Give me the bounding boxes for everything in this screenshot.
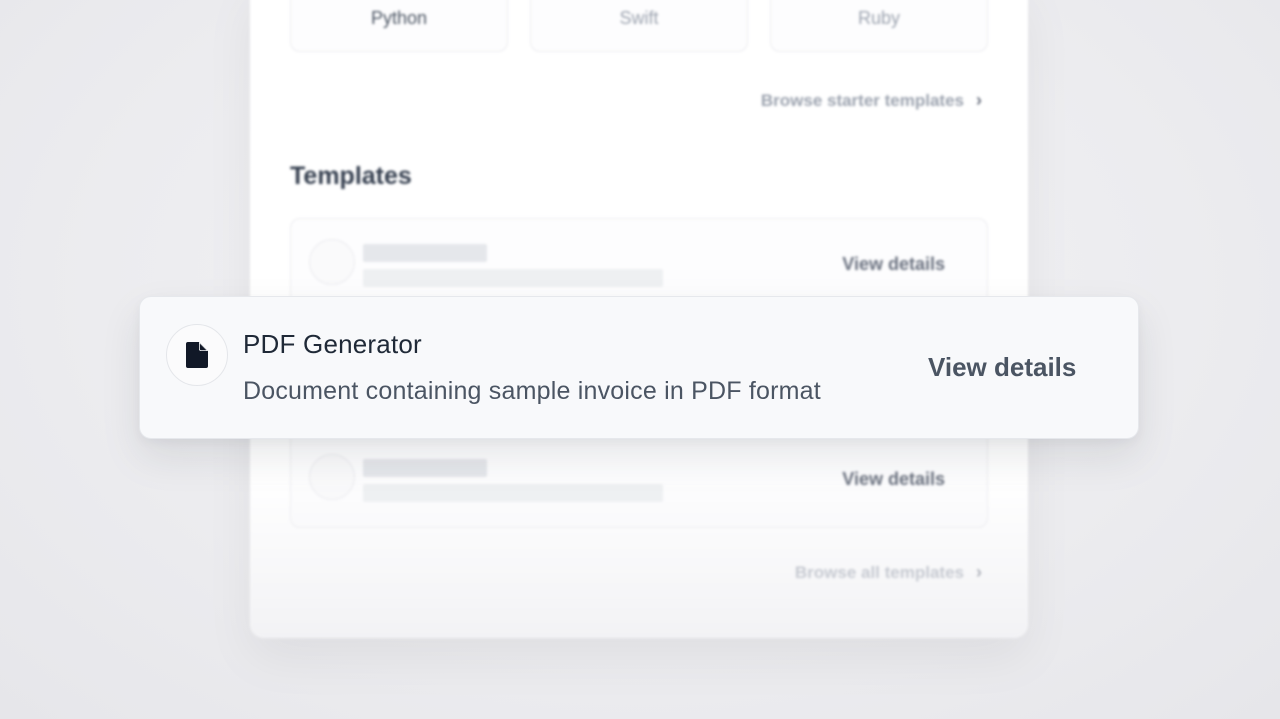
document-icon bbox=[186, 342, 208, 368]
template-desc-placeholder bbox=[363, 484, 663, 502]
template-row-placeholder[interactable]: View details bbox=[291, 219, 987, 307]
language-card-python[interactable]: Python bbox=[290, 0, 508, 52]
templates-heading: Templates bbox=[290, 162, 412, 190]
language-label: Ruby bbox=[857, 8, 901, 28]
language-label: Swift bbox=[619, 8, 659, 28]
language-label: Python bbox=[370, 8, 428, 28]
template-title: PDF Generator bbox=[243, 329, 422, 359]
language-card-swift[interactable]: Swift bbox=[530, 0, 748, 52]
view-details-link[interactable]: View details bbox=[842, 469, 945, 490]
browse-starter-label: Browse starter templates bbox=[760, 90, 964, 110]
browse-all-label: Browse all templates bbox=[794, 562, 964, 582]
template-desc-placeholder bbox=[363, 269, 663, 287]
template-icon-placeholder bbox=[309, 239, 355, 285]
stage: Python Swift Ruby Browse starter templat… bbox=[0, 0, 1280, 719]
chevron-right-icon: › bbox=[976, 90, 982, 110]
template-description: Document containing sample invoice in PD… bbox=[243, 377, 821, 405]
template-icon-placeholder bbox=[309, 454, 355, 500]
browse-starter-templates-link[interactable]: Browse starter templates › bbox=[761, 90, 982, 111]
template-row-placeholder[interactable]: View details bbox=[291, 434, 987, 522]
template-title-placeholder bbox=[363, 459, 487, 477]
browse-all-templates-link[interactable]: Browse all templates › bbox=[795, 562, 982, 583]
template-title-placeholder bbox=[363, 244, 487, 262]
template-card-pdf-generator[interactable]: PDF Generator Document containing sample… bbox=[139, 296, 1139, 439]
view-details-link[interactable]: View details bbox=[842, 254, 945, 275]
chevron-right-icon: › bbox=[976, 562, 982, 582]
template-icon bbox=[166, 324, 228, 386]
language-card-ruby[interactable]: Ruby bbox=[770, 0, 988, 52]
view-details-link[interactable]: View details bbox=[928, 352, 1076, 383]
